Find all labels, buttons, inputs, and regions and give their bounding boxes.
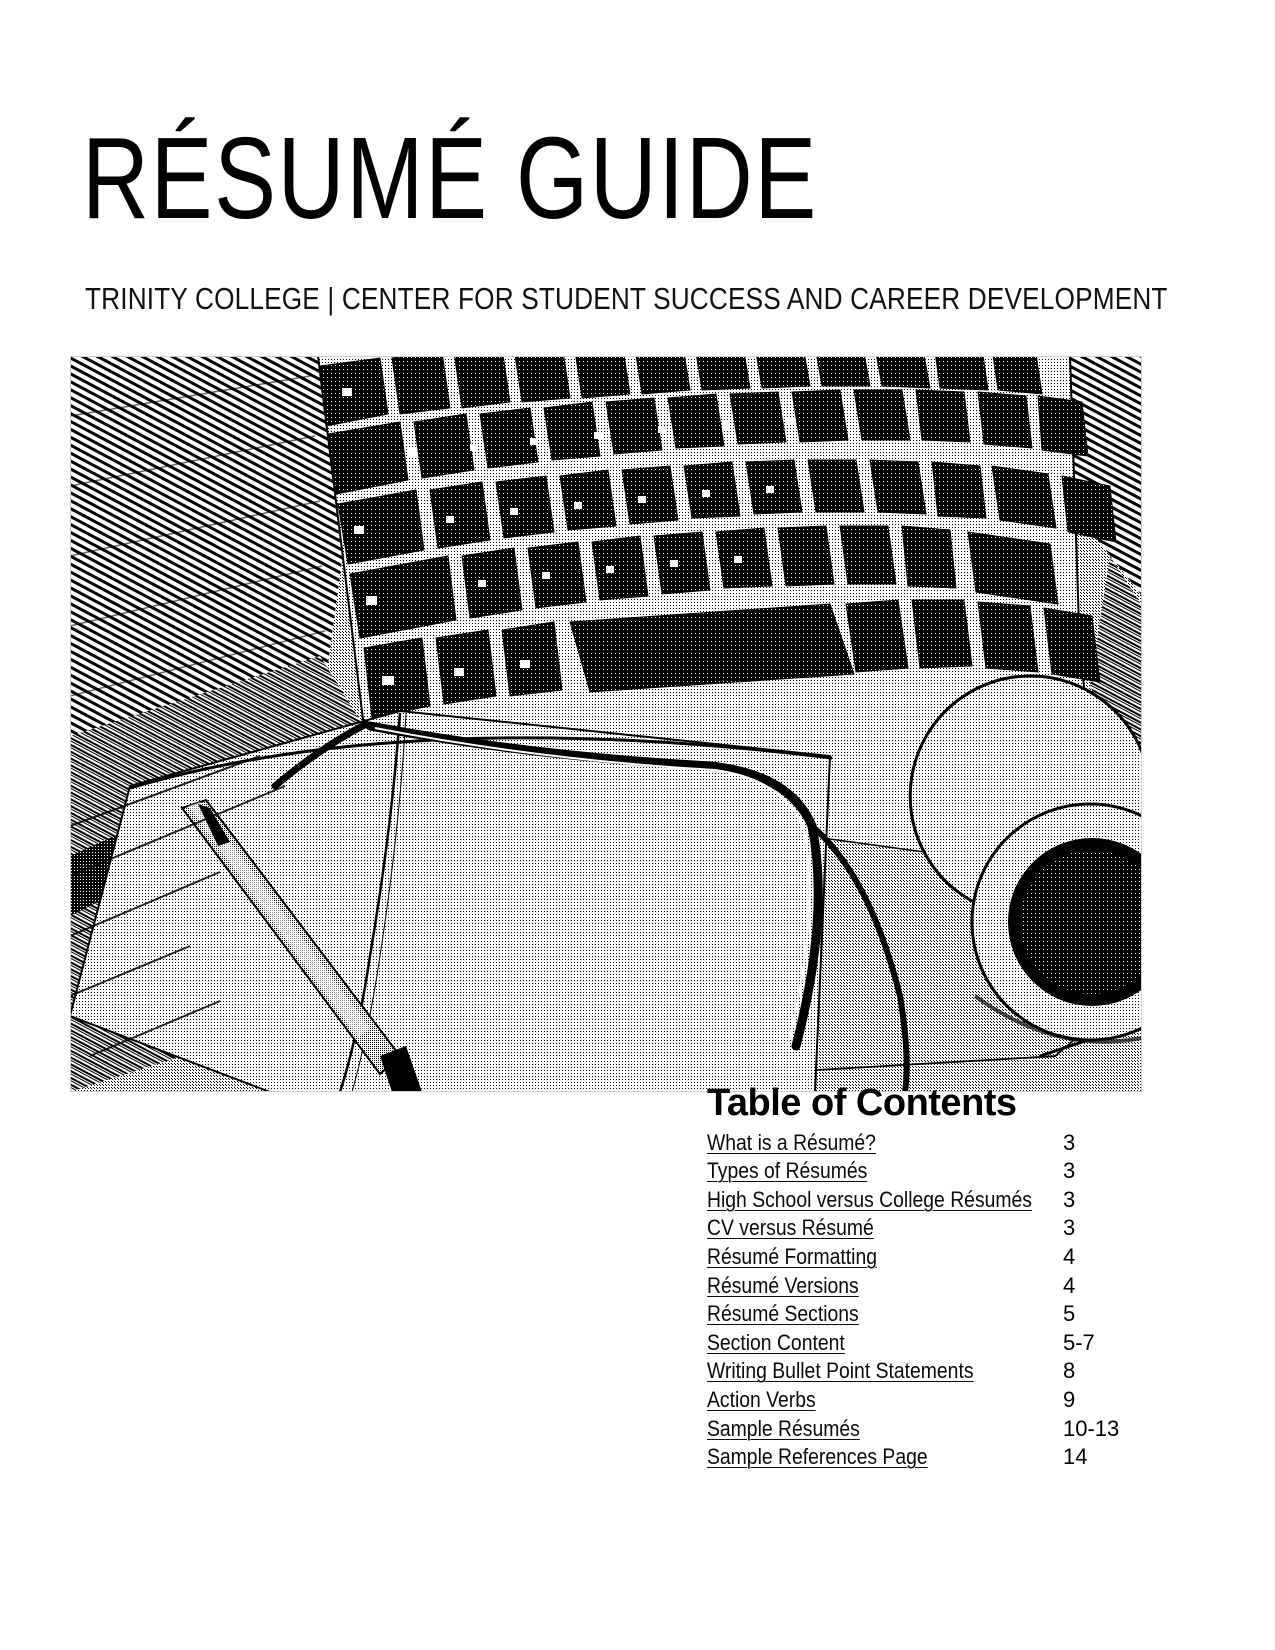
page-title: RÉSUMÉ GUIDE [82, 113, 818, 243]
toc-entry[interactable]: Action Verbs 9 [707, 1389, 1127, 1418]
toc-entry-label[interactable]: Section Content [707, 1331, 845, 1354]
toc-entry-label[interactable]: Sample References Page [707, 1446, 928, 1468]
toc-entry[interactable]: Section Content 5-7 [707, 1329, 1127, 1361]
toc-entry-page: 5 [1063, 1301, 1076, 1327]
toc-entry-label[interactable]: Writing Bullet Point Statements [707, 1360, 974, 1382]
toc-entry[interactable]: What is a Résumé? 3 [707, 1129, 1127, 1161]
page-subtitle: TRINITY COLLEGE | CENTER FOR STUDENT SUC… [85, 281, 1168, 316]
toc-entry-page: 5-7 [1063, 1329, 1095, 1355]
hero-image [70, 356, 1142, 1092]
toc-entry-label[interactable]: Sample Résumés [707, 1417, 860, 1440]
toc-entry-page: 4 [1063, 1272, 1076, 1298]
toc-entry[interactable]: Résumé Formatting 4 [707, 1246, 1127, 1275]
toc-entry-page: 8 [1063, 1358, 1076, 1384]
toc-entry-label[interactable]: Résumé Formatting [707, 1246, 877, 1268]
toc-entry[interactable]: Résumé Versions 4 [707, 1272, 1127, 1304]
toc-entry[interactable]: Résumé Sections 5 [707, 1303, 1127, 1332]
toc-entry-label[interactable]: Résumé Versions [707, 1274, 859, 1297]
toc-entry-page: 3 [1063, 1186, 1076, 1212]
toc-entry-label[interactable]: Résumé Sections [707, 1303, 859, 1325]
toc-entry[interactable]: Sample References Page 14 [707, 1446, 1127, 1475]
toc-heading: Table of Contents [707, 1082, 1017, 1124]
toc-entry-label[interactable]: Action Verbs [707, 1389, 816, 1411]
toc-entry-page: 14 [1063, 1444, 1088, 1470]
toc-entry[interactable]: High School versus College Résumés 3 [707, 1186, 1127, 1218]
hero-image-graphic [70, 356, 1142, 1092]
toc-entry-label[interactable]: CV versus Résumé [707, 1217, 874, 1239]
toc-entry-label[interactable]: High School versus College Résumés [707, 1188, 1032, 1211]
toc-entry-page: 9 [1063, 1387, 1076, 1413]
toc-entry-page: 3 [1063, 1129, 1076, 1155]
toc-entry[interactable]: Types of Résumés 3 [707, 1160, 1127, 1189]
document-page: RÉSUMÉ GUIDE TRINITY COLLEGE | CENTER FO… [0, 0, 1275, 1650]
toc-list: What is a Résumé? 3 Types of Résumés 3 H… [707, 1129, 1127, 1475]
toc-entry-label[interactable]: Types of Résumés [707, 1160, 867, 1182]
toc-entry[interactable]: Writing Bullet Point Statements 8 [707, 1360, 1127, 1389]
toc-entry-label[interactable]: What is a Résumé? [707, 1131, 876, 1154]
toc-entry[interactable]: Sample Résumés 10-13 [707, 1415, 1127, 1447]
toc-entry-page: 3 [1063, 1215, 1076, 1241]
toc-entry-page: 4 [1063, 1244, 1076, 1270]
table-of-contents: Table of Contents What is a Résumé? 3 Ty… [707, 1082, 1127, 1475]
toc-entry[interactable]: CV versus Résumé 3 [707, 1217, 1127, 1246]
toc-entry-page: 10-13 [1063, 1415, 1120, 1441]
toc-entry-page: 3 [1063, 1158, 1076, 1184]
